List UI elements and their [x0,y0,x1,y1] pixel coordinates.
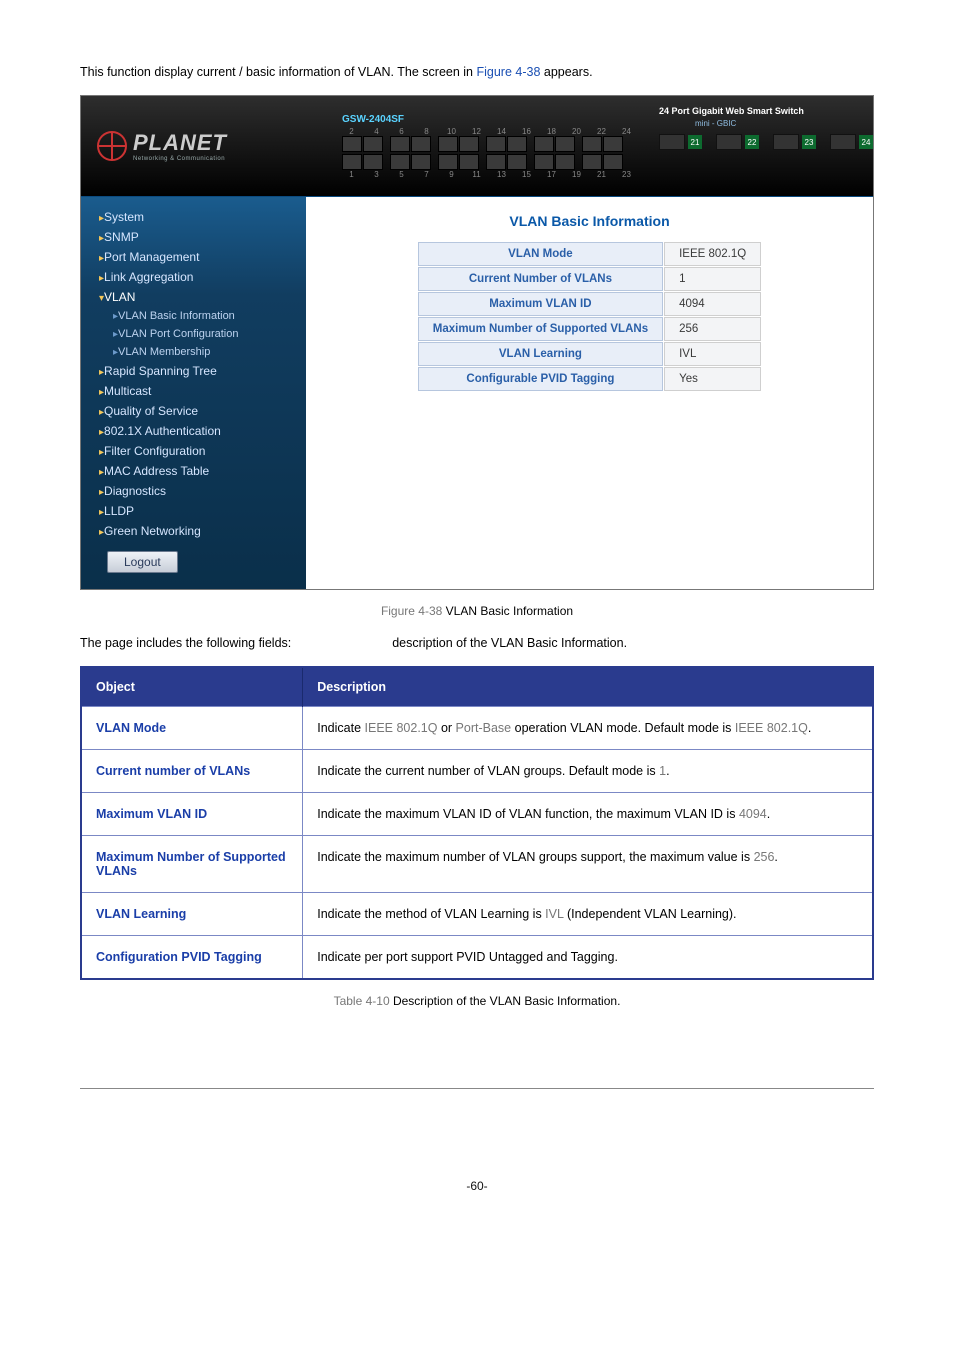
sidebar-item-vlan-membership[interactable]: VLAN Membership [81,343,306,361]
page-number: -60- [80,1179,874,1193]
sidebar-item-vlan-basic-information[interactable]: VLAN Basic Information [81,307,306,325]
sidebar-item-port-management[interactable]: Port Management [81,247,306,267]
sidebar-item-rapid-spanning-tree[interactable]: Rapid Spanning Tree [81,361,306,381]
sidebar-item-vlan[interactable]: VLAN [81,287,306,307]
info-key: Configurable PVID Tagging [418,367,663,391]
info-value: Yes [664,367,761,391]
switch-port [363,154,383,170]
field-label: Configuration PVID Tagging [81,936,303,980]
sidebar-item-mac-address-table[interactable]: MAC Address Table [81,461,306,481]
switch-port [582,136,602,152]
info-key: VLAN Learning [418,342,663,366]
field-label: VLAN Learning [81,893,303,936]
switch-port [459,136,479,152]
switch-port [486,154,506,170]
switch-port [507,154,527,170]
info-value: IVL [664,342,761,366]
panel-title: VLAN Basic Information [306,213,873,229]
sidebar-item-link-aggregation[interactable]: Link Aggregation [81,267,306,287]
switch-port [390,136,410,152]
figure-ref-link: Figure 4-38 [476,65,540,79]
info-value: IEEE 802.1Q [664,242,761,266]
gbic-port [716,134,742,150]
sidebar-item-quality-of-service[interactable]: Quality of Service [81,401,306,421]
field-description: Indicate the method of VLAN Learning is … [303,893,873,936]
device-header: PLANET Networking & Communication GSW-24… [81,96,873,197]
switch-port [603,136,623,152]
header-right: 24 Port Gigabit Web Smart Switch mini - … [659,96,873,196]
table-caption: Table 4-10 Description of the VLAN Basic… [80,994,874,1008]
switch-port [534,136,554,152]
switch-port [582,154,602,170]
port-panel: GSW-2404SF 24681012141618202224 13579111… [322,96,659,196]
switch-port [555,154,575,170]
switch-port [459,154,479,170]
gbic-port-number: 22 [745,135,759,149]
sidebar-item-green-networking[interactable]: Green Networking [81,521,306,541]
info-key: Maximum Number of Supported VLANs [418,317,663,341]
switch-port [603,154,623,170]
field-label: Maximum VLAN ID [81,793,303,836]
vlan-info-table: VLAN ModeIEEE 802.1QCurrent Number of VL… [417,241,762,392]
gbic-port-number: 23 [802,135,816,149]
switch-port [486,136,506,152]
switch-port [411,154,431,170]
planet-globe-icon [97,131,127,161]
gbic-port-number: 24 [859,135,873,149]
field-description: Indicate IEEE 802.1Q or Port-Base operat… [303,707,873,750]
switch-port [438,154,458,170]
info-key: VLAN Mode [418,242,663,266]
switch-port [411,136,431,152]
sidebar-item-vlan-port-configuration[interactable]: VLAN Port Configuration [81,325,306,343]
sidebar-item-multicast[interactable]: Multicast [81,381,306,401]
sidebar-item-lldp[interactable]: LLDP [81,501,306,521]
field-label: Maximum Number of Supported VLANs [81,836,303,893]
brand-area: PLANET Networking & Communication [81,96,322,196]
switch-port [342,136,362,152]
intro-paragraph: This function display current / basic in… [80,63,874,82]
info-key: Maximum VLAN ID [418,292,663,316]
gbic-port [773,134,799,150]
switch-port [390,154,410,170]
brand-text: PLANET Networking & Communication [133,130,227,162]
field-description: Indicate per port support PVID Untagged … [303,936,873,980]
screenshot: PLANET Networking & Communication GSW-24… [80,95,874,590]
sidebar-item-diagnostics[interactable]: Diagnostics [81,481,306,501]
figure-caption: Figure 4-38 VLAN Basic Information [80,604,874,618]
sidebar-item-system[interactable]: System [81,207,306,227]
field-description: Indicate the maximum VLAN ID of VLAN fun… [303,793,873,836]
field-label: VLAN Mode [81,707,303,750]
port-numbers-bottom: 1357911131517192123 [342,170,636,179]
port-numbers-top: 24681012141618202224 [342,127,636,136]
logout-button[interactable]: Logout [107,551,178,573]
switch-port [534,154,554,170]
info-value: 1 [664,267,761,291]
field-description: Indicate the current number of VLAN grou… [303,750,873,793]
sidebar-item-snmp[interactable]: SNMP [81,227,306,247]
sidebar-item-802-1x-authentication[interactable]: 802.1X Authentication [81,421,306,441]
switch-port [438,136,458,152]
info-key: Current Number of VLANs [418,267,663,291]
model-label: GSW-2404SF [342,114,404,125]
switch-port [342,154,362,170]
switch-port [555,136,575,152]
fields-description-table: Object Description VLAN ModeIndicate IEE… [80,666,874,980]
sidebar-nav: SystemSNMPPort ManagementLink Aggregatio… [81,197,306,589]
field-label: Current number of VLANs [81,750,303,793]
sidebar-item-filter-configuration[interactable]: Filter Configuration [81,441,306,461]
content-pane: VLAN Basic Information VLAN ModeIEEE 802… [306,197,873,589]
switch-port [507,136,527,152]
switch-port [363,136,383,152]
field-description: Indicate the maximum number of VLAN grou… [303,836,873,893]
col-object: Object [81,667,303,707]
gbic-port [659,134,685,150]
footer-separator [80,1088,874,1089]
info-value: 256 [664,317,761,341]
gbic-port-number: 21 [688,135,702,149]
gbic-port [830,134,856,150]
fields-intro: The page includes the following fields: … [80,636,874,650]
col-description: Description [303,667,873,707]
info-value: 4094 [664,292,761,316]
